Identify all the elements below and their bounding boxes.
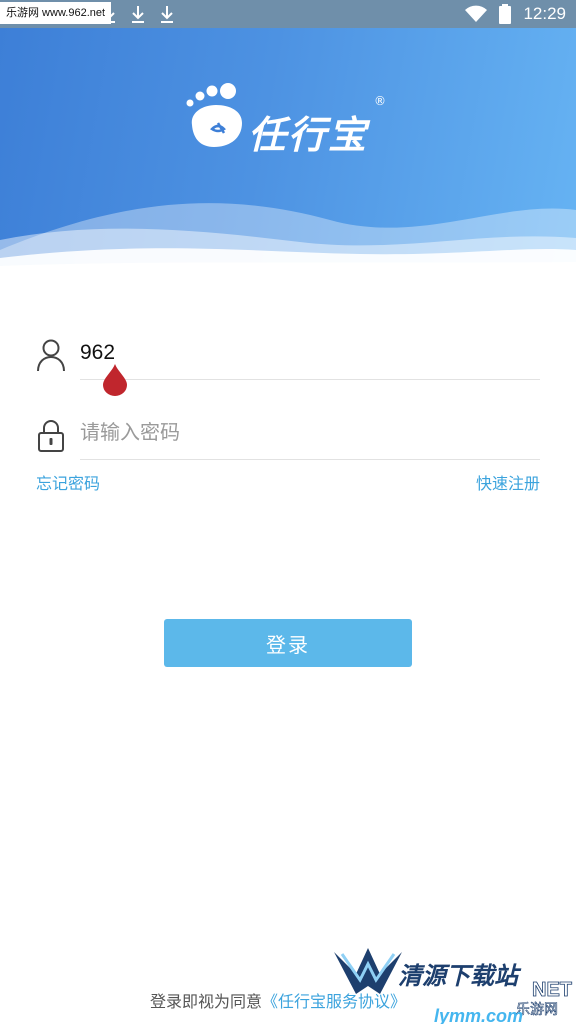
login-button[interactable]: 登录 — [164, 619, 412, 667]
header-banner: 任行宝 ® — [0, 28, 576, 270]
username-input[interactable] — [80, 334, 500, 372]
watermark-url: lymm.com — [434, 1006, 523, 1024]
status-bar: 乐游网 www.962.net 12:29 — [0, 0, 576, 28]
watermark-brand: 清源下载站 — [398, 962, 522, 990]
username-underline — [80, 379, 540, 380]
wave-decoration — [0, 203, 576, 270]
quick-register-link[interactable]: 快速注册 — [476, 470, 540, 494]
password-underline — [80, 459, 540, 460]
download-icon — [103, 6, 115, 23]
battery-icon — [499, 4, 512, 24]
wifi-icon — [465, 5, 488, 22]
download-icon — [132, 6, 144, 23]
lock-icon — [38, 420, 64, 452]
agreement-prefix: 登录即视为同意 — [150, 992, 263, 1011]
registered-mark: ® — [374, 94, 386, 108]
watermark-side-text: NET — [532, 979, 572, 1001]
watermark-logo: 清源下载站 NET 乐游网 lymm.com — [334, 948, 572, 1024]
forgot-password-link[interactable]: 忘记密码 — [36, 470, 100, 494]
password-input[interactable] — [80, 414, 500, 452]
app-logo-text: 任行宝 — [248, 112, 369, 157]
clock: 12:29 — [523, 4, 566, 23]
password-row — [36, 410, 540, 460]
watermark-label: 乐游网 www.962.net — [0, 2, 112, 24]
download-icon — [161, 6, 173, 23]
cursor-handle-icon[interactable] — [102, 364, 128, 396]
user-icon — [37, 339, 65, 372]
